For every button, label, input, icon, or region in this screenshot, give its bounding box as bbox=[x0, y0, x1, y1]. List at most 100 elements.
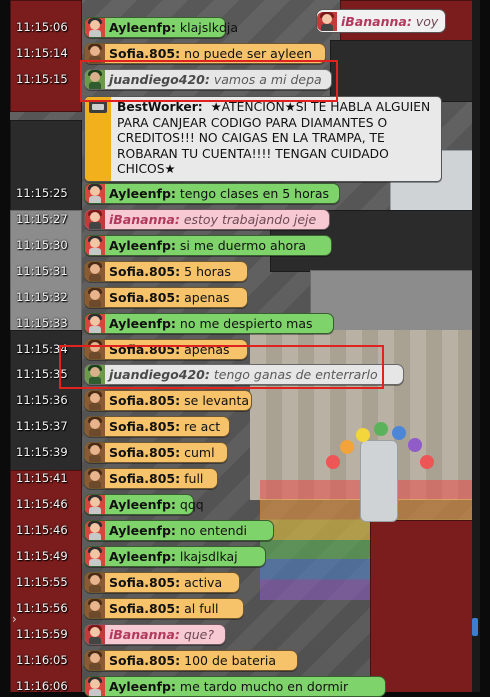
chat-username[interactable]: Ayleenfp: bbox=[109, 18, 176, 37]
chat-username[interactable]: Ayleenfp: bbox=[109, 236, 176, 255]
chat-bubble[interactable]: Ayleenfp: qqq bbox=[84, 494, 204, 515]
avatar-icon[interactable] bbox=[85, 599, 105, 618]
avatar-icon[interactable] bbox=[85, 469, 105, 488]
chat-bubble[interactable]: Sofia.805: re act bbox=[84, 416, 230, 437]
chat-bubble[interactable]: Sofia.805: se levanta bbox=[84, 390, 252, 411]
chat-row: 11:15:56 Sofia.805: al full bbox=[14, 598, 434, 619]
chat-bubble[interactable]: Ayleenfp: si me duermo ahora bbox=[84, 235, 332, 256]
chat-username[interactable]: iBananna: bbox=[109, 210, 180, 229]
chat-timestamp: 11:15:14 bbox=[16, 46, 68, 60]
avatar-icon[interactable] bbox=[85, 573, 105, 592]
chat-username[interactable]: Ayleenfp: bbox=[109, 495, 176, 514]
chat-timestamp: 11:15:31 bbox=[16, 264, 68, 278]
chat-username[interactable]: Sofia.805: bbox=[109, 443, 180, 462]
chat-text: si me duermo ahora bbox=[179, 238, 306, 253]
chat-row: 11:15:49 Ayleenfp: lkajsdlkaj bbox=[14, 546, 434, 567]
chat-username[interactable]: Ayleenfp: bbox=[109, 314, 176, 333]
chat-username[interactable]: Sofia.805: bbox=[109, 288, 180, 307]
chat-username[interactable]: Sofia.805: bbox=[109, 262, 180, 281]
chat-username[interactable]: Sofia.805: bbox=[109, 651, 180, 670]
chat-row: 11:15:46 Ayleenfp: no entendi bbox=[14, 520, 434, 541]
chat-timestamp: 11:15:49 bbox=[16, 549, 68, 563]
avatar-icon[interactable] bbox=[85, 18, 105, 37]
chat-bubble[interactable]: iBananna: estoy trabajando jeje bbox=[84, 209, 330, 230]
chat-bubble[interactable]: Sofia.805: activa bbox=[84, 572, 240, 593]
chat-row: 11:15:36 Sofia.805: se levanta bbox=[14, 390, 434, 411]
chat-timestamp: 11:15:27 bbox=[16, 212, 68, 226]
chat-scroll-handle[interactable] bbox=[472, 618, 478, 636]
chat-username[interactable]: Sofia.805: bbox=[109, 469, 180, 488]
chat-timestamp: 11:15:41 bbox=[16, 471, 68, 485]
chat-username[interactable]: Sofia.805: bbox=[109, 391, 180, 410]
chat-username[interactable]: Ayleenfp: bbox=[109, 677, 176, 696]
chat-username[interactable]: Sofia.805: bbox=[109, 573, 180, 592]
chat-timestamp: 11:15:55 bbox=[16, 575, 68, 589]
bot-icon bbox=[89, 101, 107, 113]
chat-bubble[interactable]: Ayleenfp: lkajsdlkaj bbox=[84, 546, 266, 567]
chat-username[interactable]: Ayleenfp: bbox=[109, 521, 176, 540]
chat-bubble[interactable]: Sofia.805: al full bbox=[84, 598, 244, 619]
chat-username[interactable]: iBananna: bbox=[109, 625, 180, 644]
chat-timestamp: 11:15:39 bbox=[16, 445, 68, 459]
chat-row: 11:16:06 Ayleenfp: me tardo mucho en dormi… bbox=[14, 676, 434, 697]
avatar-icon[interactable] bbox=[85, 495, 105, 514]
chat-bubble[interactable]: Ayleenfp: klajslkdja bbox=[84, 17, 238, 38]
chat-bubble[interactable]: Ayleenfp: tengo clases en 5 horas bbox=[84, 183, 340, 204]
chat-bubble[interactable]: Sofia.805: full bbox=[84, 468, 218, 489]
chat-text: me tardo mucho en dormir bbox=[179, 679, 349, 694]
avatar-icon[interactable] bbox=[85, 651, 105, 670]
highlight-box bbox=[59, 345, 384, 389]
chat-timestamp: 11:15:33 bbox=[16, 316, 68, 330]
chat-bubble[interactable]: iBananna: que? bbox=[84, 624, 226, 645]
chat-bubble[interactable]: Sofia.805: apenas bbox=[84, 287, 248, 308]
chat-username[interactable]: Sofia.805: bbox=[109, 599, 180, 618]
chat-bubble[interactable]: Sofia.805: cuml bbox=[84, 442, 228, 463]
avatar-icon[interactable] bbox=[85, 288, 105, 307]
chat-timestamp: 11:16:06 bbox=[16, 679, 68, 693]
avatar-icon[interactable] bbox=[85, 677, 105, 696]
chat-text: 100 de bateria bbox=[184, 653, 277, 668]
chat-text: 5 horas bbox=[184, 264, 231, 279]
avatar-icon[interactable] bbox=[85, 236, 105, 255]
chat-username[interactable]: Ayleenfp: bbox=[109, 547, 176, 566]
avatar-icon[interactable] bbox=[85, 210, 105, 229]
chat-scrollbar[interactable] bbox=[472, 0, 480, 692]
chat-text: al full bbox=[184, 601, 219, 616]
avatar-icon[interactable] bbox=[85, 521, 105, 540]
chat-timestamp: 11:15:32 bbox=[16, 290, 68, 304]
avatar-icon[interactable] bbox=[85, 391, 105, 410]
chat-text: qqq bbox=[179, 497, 204, 512]
chat-username[interactable]: Sofia.805: bbox=[109, 417, 180, 436]
avatar-icon[interactable] bbox=[85, 443, 105, 462]
chat-text: que? bbox=[183, 627, 215, 642]
chat-text: se levanta bbox=[184, 393, 250, 408]
chat-row: 11:15:37 Sofia.805: re act bbox=[14, 416, 434, 437]
chat-bubble[interactable]: Ayleenfp: me tardo mucho en dormir bbox=[84, 676, 386, 697]
avatar-icon[interactable] bbox=[85, 262, 105, 281]
chat-text: apenas bbox=[184, 290, 230, 305]
chat-text: full bbox=[184, 471, 204, 486]
chat-username[interactable]: Ayleenfp: bbox=[109, 184, 176, 203]
avatar-icon[interactable] bbox=[85, 625, 105, 644]
chat-bubble[interactable]: Sofia.805: 5 horas bbox=[84, 261, 248, 282]
chat-text: lkajsdlkaj bbox=[179, 549, 238, 564]
chat-row: 11:15:32 Sofia.805: apenas bbox=[14, 287, 434, 308]
chat-bubble[interactable]: Ayleenfp: no entendi bbox=[84, 520, 274, 541]
chat-row: 11:15:25 Ayleenfp: tengo clases en 5 horas bbox=[14, 183, 434, 204]
chat-text: klajslkdja bbox=[179, 20, 239, 35]
chat-text: no entendi bbox=[179, 523, 247, 538]
avatar-icon[interactable] bbox=[85, 314, 105, 333]
chat-row: 11:15:33 Ayleenfp: no me despierto mas bbox=[14, 313, 434, 334]
chat-text: activa bbox=[184, 575, 223, 590]
chat-timestamp: 11:15:46 bbox=[16, 497, 68, 511]
chat-row: 11:15:55 Sofia.805: activa bbox=[14, 572, 434, 593]
chat-row: 11:16:05 Sofia.805: 100 de bateria bbox=[14, 650, 434, 671]
chat-bubble[interactable]: Ayleenfp: no me despierto mas bbox=[84, 313, 334, 334]
avatar-icon[interactable] bbox=[85, 547, 105, 566]
chat-row: 11:15:41 Sofia.805: full bbox=[14, 468, 434, 489]
chat-row: 11:15:27 iBananna: estoy trabajando jeje bbox=[14, 209, 434, 230]
chat-timestamp: 11:15:15 bbox=[16, 72, 68, 86]
avatar-icon[interactable] bbox=[85, 417, 105, 436]
avatar-icon[interactable] bbox=[85, 184, 105, 203]
chat-bubble[interactable]: Sofia.805: 100 de bateria bbox=[84, 650, 298, 671]
